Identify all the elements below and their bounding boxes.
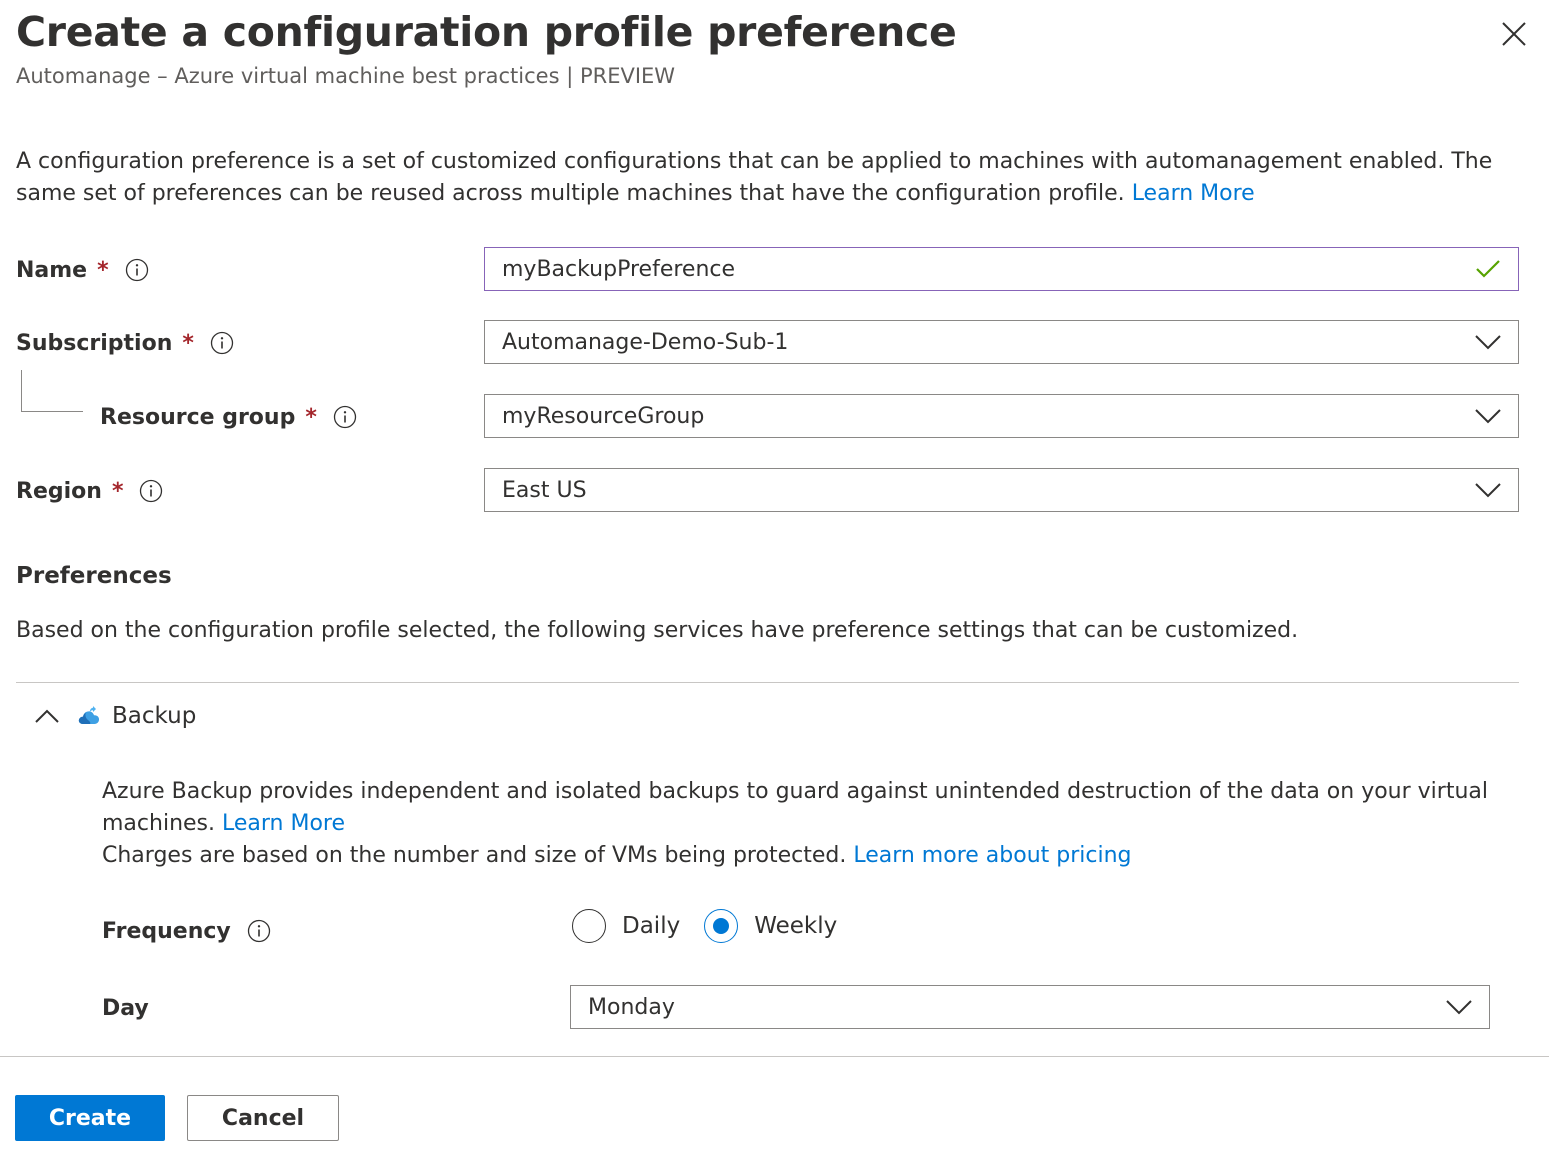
backup-description: Azure Backup provides independent and is…	[102, 776, 1502, 872]
region-label: Region *	[16, 475, 163, 507]
name-label: Name *	[16, 254, 149, 286]
chevron-down-icon	[1458, 321, 1518, 363]
day-label-text: Day	[102, 995, 149, 1021]
chevron-down-icon	[1429, 986, 1489, 1028]
checkmark-icon	[1458, 248, 1518, 290]
chevron-down-icon	[1458, 395, 1518, 437]
resource-group-dropdown[interactable]: myResourceGroup	[484, 394, 1519, 438]
day-dropdown[interactable]: Monday	[570, 985, 1490, 1029]
chevron-up-icon[interactable]	[30, 699, 64, 733]
day-value: Monday	[588, 994, 675, 1020]
preferences-description: Based on the configuration profile selec…	[16, 618, 1299, 643]
subscription-label: Subscription *	[16, 327, 234, 359]
name-input-value: myBackupPreference	[502, 256, 736, 282]
required-marker: *	[111, 478, 124, 504]
backup-charges-text: Charges are based on the number and size…	[102, 843, 847, 868]
chevron-down-icon	[1458, 469, 1518, 511]
day-label: Day	[102, 992, 149, 1024]
required-marker: *	[182, 330, 194, 356]
cancel-button[interactable]: Cancel	[187, 1095, 339, 1141]
page-subtitle: Automanage – Azure virtual machine best …	[16, 64, 676, 88]
resource-group-label: Resource group *	[100, 401, 357, 433]
info-icon[interactable]	[247, 919, 271, 943]
page-title: Create a configuration profile preferenc…	[16, 8, 957, 56]
resource-group-value: myResourceGroup	[502, 403, 705, 429]
footer-divider	[0, 1056, 1549, 1057]
backup-cloud-icon	[76, 702, 104, 730]
info-icon[interactable]	[210, 331, 234, 355]
radio-daily-label: Daily	[622, 913, 681, 939]
intro-text: A configuration preference is a set of c…	[16, 146, 1526, 210]
radio-dot	[713, 918, 730, 934]
intro-description: A configuration preference is a set of c…	[16, 149, 1493, 206]
backup-title: Backup	[112, 703, 197, 729]
radio-circle[interactable]	[572, 909, 606, 943]
required-marker: *	[305, 404, 317, 430]
preferences-heading: Preferences	[16, 563, 172, 589]
radio-daily[interactable]: Daily	[572, 909, 680, 943]
frequency-label: Frequency	[102, 915, 271, 947]
radio-weekly[interactable]: Weekly	[704, 909, 837, 943]
divider	[16, 682, 1519, 683]
info-icon[interactable]	[333, 405, 357, 429]
radio-weekly-label: Weekly	[754, 913, 838, 939]
subscription-value: Automanage-Demo-Sub-1	[502, 329, 789, 355]
required-marker: *	[97, 257, 109, 283]
radio-circle-selected[interactable]	[704, 909, 739, 943]
frequency-label-text: Frequency	[102, 918, 231, 944]
resource-group-label-text: Resource group	[100, 404, 296, 430]
close-icon	[1502, 22, 1526, 46]
region-value: East US	[502, 477, 587, 503]
name-input[interactable]: myBackupPreference	[484, 247, 1519, 291]
subscription-dropdown[interactable]: Automanage-Demo-Sub-1	[484, 320, 1519, 364]
pricing-link[interactable]: Learn more about pricing	[853, 843, 1131, 868]
close-button[interactable]	[1494, 14, 1534, 54]
frequency-radio-group: Daily Weekly	[572, 907, 837, 945]
create-button[interactable]: Create	[15, 1095, 165, 1141]
region-dropdown[interactable]: East US	[484, 468, 1519, 512]
info-icon[interactable]	[139, 479, 163, 503]
tree-connector	[21, 370, 83, 412]
intro-learn-more-link[interactable]: Learn More	[1132, 181, 1255, 206]
region-label-text: Region	[16, 478, 102, 504]
info-icon[interactable]	[125, 258, 149, 282]
name-label-text: Name	[16, 257, 88, 283]
backup-accordion-header[interactable]: Backup	[30, 696, 196, 736]
backup-learn-more-link[interactable]: Learn More	[222, 811, 345, 836]
subscription-label-text: Subscription	[16, 330, 173, 356]
